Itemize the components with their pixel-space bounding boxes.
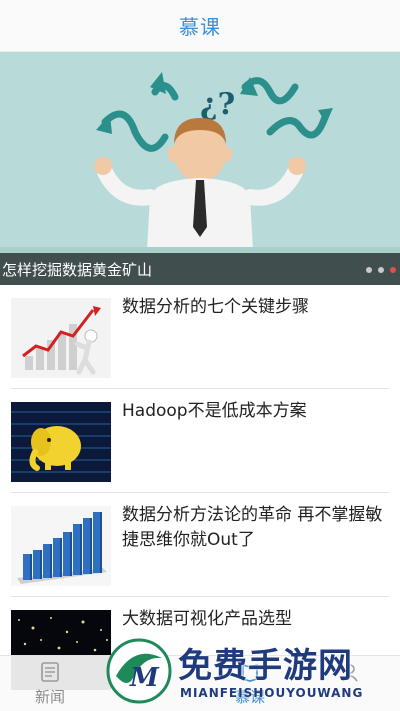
hadoop-elephant-thumbnail	[11, 402, 111, 482]
pager-dot[interactable]	[378, 267, 384, 273]
tab-profile[interactable]	[300, 656, 400, 711]
article-title: Hadoop不是低成本方案	[122, 401, 307, 421]
article-title: 大数据可视化产品选型	[122, 609, 292, 629]
book-icon	[242, 663, 258, 682]
list-item[interactable]: 数据分析的七个关键步骤	[0, 285, 400, 389]
banner-caption: 怎样挖掘数据黄金矿山	[2, 260, 153, 279]
tab-label: 新闻	[34, 688, 65, 706]
bar-chart-thumbnail	[11, 506, 111, 586]
pager-dot-active[interactable]	[390, 267, 396, 273]
tab-label: 慕课	[234, 688, 265, 706]
user-icon	[342, 664, 358, 682]
app-header: 慕课	[0, 0, 400, 52]
bottom-tab-bar: 新闻 慕课	[0, 655, 400, 711]
tab-news[interactable]: 新闻	[0, 656, 100, 711]
compass-icon	[141, 663, 159, 681]
question-marks: ¿?	[200, 87, 235, 122]
list-item[interactable]: 数据分析方法论的革命 再不掌握敏捷思维你就Out了	[0, 493, 400, 597]
pager-dot[interactable]	[366, 267, 372, 273]
tab-discover[interactable]	[100, 656, 200, 711]
article-title: 数据分析的七个关键步骤	[122, 297, 309, 317]
rising-chart-thumbnail	[11, 298, 111, 378]
page-title: 慕课	[179, 15, 221, 39]
banner-illustration: ¿?	[0, 72, 400, 285]
document-icon	[41, 662, 59, 682]
article-title: 数据分析方法论的革命 再不掌握敏捷思维你就Out了	[122, 505, 383, 550]
featured-banner[interactable]: ¿? 怎样挖掘数据黄金矿山	[0, 52, 400, 285]
banner-pager	[366, 267, 396, 273]
list-item[interactable]: Hadoop不是低成本方案	[0, 389, 400, 493]
tab-mooc[interactable]: 慕课	[200, 656, 300, 711]
banner-caption-bar: 怎样挖掘数据黄金矿山	[0, 253, 400, 285]
